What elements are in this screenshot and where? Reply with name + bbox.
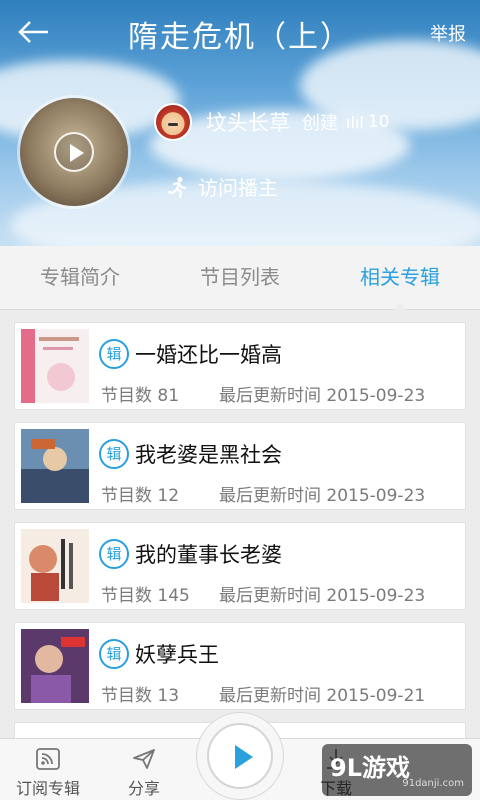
now-playing-button[interactable] (196, 712, 284, 800)
list-item[interactable]: 辑 妖孽兵王 节目数 13 最后更新时间 2015-09-21 (14, 622, 466, 710)
album-badge: 辑 (99, 539, 129, 569)
tab-program-list[interactable]: 节目列表 (160, 246, 320, 309)
play-icon[interactable] (54, 132, 94, 172)
arrow-left-icon (18, 21, 48, 43)
album-title: 我老婆是黑社会 (135, 443, 282, 467)
creator-row[interactable]: 坟头长草 创建 ılıl 10 (154, 102, 389, 142)
visit-host-button[interactable]: 访问播主 (166, 172, 278, 201)
avatar[interactable] (154, 103, 192, 141)
album-count: 10 (367, 112, 390, 132)
album-title: 妖孽兵王 (135, 643, 219, 667)
rss-icon (36, 748, 60, 770)
album-thumbnail (21, 629, 89, 703)
album-badge: 辑 (99, 639, 129, 669)
last-updated: 最后更新时间 2015-09-23 (219, 386, 426, 406)
last-updated: 最后更新时间 2015-09-21 (219, 686, 426, 706)
related-album-list: 辑 一婚还比一婚高 节目数 81 最后更新时间 2015-09-23 辑 我老婆… (14, 322, 466, 754)
page-title: 隋走危机（上） (128, 20, 352, 55)
report-button[interactable]: 举报 (430, 20, 466, 46)
list-item[interactable]: 辑 我的董事长老婆 节目数 145 最后更新时间 2015-09-23 (14, 522, 466, 610)
audio-wave-icon: ılıl (346, 112, 364, 132)
list-item[interactable]: 辑 我老婆是黑社会 节目数 12 最后更新时间 2015-09-23 (14, 422, 466, 510)
creator-name[interactable]: 坟头长草 (206, 107, 290, 137)
created-label: 创建 (302, 113, 338, 134)
album-header: 隋走危机（上） 举报 坟头长草 创建 ılıl 10 访问播主 (0, 0, 480, 246)
top-bar: 隋走危机（上） 举报 (0, 0, 480, 64)
album-badge: 辑 (99, 439, 129, 469)
tab-related-albums[interactable]: 相关专辑 (320, 246, 480, 311)
last-updated: 最后更新时间 2015-09-23 (219, 586, 426, 606)
watermark-url: 91danji.com (402, 778, 464, 789)
album-badge: 辑 (99, 339, 129, 369)
subscribe-label: 订阅专辑 (15, 779, 80, 798)
site-watermark: 9L游戏 91danji.com (322, 744, 472, 796)
tab-bar: 专辑简介 节目列表 相关专辑 (0, 246, 480, 311)
program-count: 节目数 145 (101, 586, 190, 606)
play-icon (207, 723, 273, 789)
album-title: 我的董事长老婆 (135, 543, 282, 567)
program-count: 节目数 13 (101, 686, 180, 706)
watermark-logo: 9L游戏 (330, 754, 410, 782)
visit-host-label: 访问播主 (198, 176, 278, 200)
last-updated: 最后更新时间 2015-09-23 (219, 486, 426, 506)
share-button[interactable]: 分享 (96, 739, 192, 800)
list-item[interactable]: 辑 一婚还比一婚高 节目数 81 最后更新时间 2015-09-23 (14, 322, 466, 410)
album-thumbnail (21, 529, 89, 603)
tab-album-intro[interactable]: 专辑简介 (0, 246, 160, 309)
album-cover[interactable] (20, 98, 128, 206)
running-person-icon (167, 176, 187, 198)
share-label: 分享 (127, 779, 160, 798)
album-title: 一婚还比一婚高 (135, 343, 282, 367)
back-button[interactable] (14, 12, 54, 52)
album-thumbnail (21, 429, 89, 503)
program-count: 节目数 81 (101, 386, 180, 406)
program-count: 节目数 12 (101, 486, 180, 506)
album-thumbnail (21, 329, 89, 403)
send-icon (133, 749, 155, 769)
subscribe-album-button[interactable]: 订阅专辑 (0, 739, 96, 800)
